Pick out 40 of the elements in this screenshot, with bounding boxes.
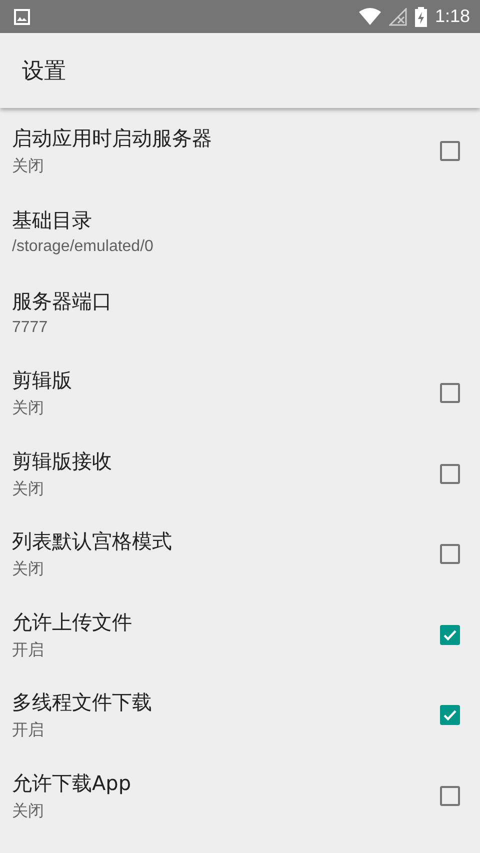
checkbox[interactable] — [440, 786, 460, 806]
setting-title: 列表默认宫格模式 — [12, 528, 173, 556]
setting-summary: 关闭 — [12, 802, 45, 822]
checkbox[interactable] — [440, 141, 460, 162]
setting-summary: 关闭 — [12, 480, 45, 500]
wifi-icon — [358, 8, 381, 25]
setting-row[interactable]: 列表默认宫格模式 关闭 — [0, 514, 480, 595]
setting-summary: 开启 — [12, 720, 45, 742]
checkbox[interactable] — [440, 705, 460, 726]
setting-row[interactable]: 允许下载App 关闭 — [0, 756, 480, 836]
setting-title: 服务器端口 — [12, 288, 113, 315]
setting-row[interactable]: 允许上传文件 开启 — [0, 594, 480, 676]
setting-summary: 关闭 — [12, 398, 45, 420]
setting-summary: 关闭 — [12, 156, 45, 178]
setting-row[interactable]: 剪辑版接收 关闭 — [0, 433, 480, 514]
checkbox[interactable] — [440, 464, 460, 484]
app-bar-title: 设置 — [22, 58, 66, 86]
image-icon — [14, 8, 30, 24]
setting-summary: 关闭 — [12, 560, 45, 580]
setting-title: 启动应用时启动服务器 — [12, 125, 213, 152]
clock: 1:18 — [434, 6, 470, 27]
setting-title: 剪辑版接收 — [12, 448, 113, 475]
setting-summary: 7777 — [12, 318, 49, 337]
battery-charging-icon — [414, 6, 427, 26]
no-signal-icon — [388, 8, 407, 26]
setting-title: 剪辑版 — [12, 367, 73, 394]
setting-title: 允许上传文件 — [12, 608, 133, 636]
setting-title: 允许下载App — [12, 770, 132, 798]
setting-row[interactable]: 启动应用时启动服务器 关闭 — [0, 111, 480, 192]
checkbox[interactable] — [440, 544, 460, 564]
setting-row[interactable]: 基础目录 /storage/emulated/0 — [0, 192, 480, 272]
setting-summary: 开启 — [12, 640, 45, 661]
checkbox[interactable] — [440, 383, 460, 404]
setting-title: 多线程文件下载 — [12, 689, 153, 716]
setting-row[interactable]: 剪辑版 关闭 — [0, 352, 480, 434]
setting-summary: /storage/emulated/0 — [12, 238, 154, 256]
setting-row[interactable]: 服务器端口 7777 — [0, 272, 480, 353]
setting-row[interactable]: 多线程文件下载 开启 — [0, 675, 480, 756]
checkbox[interactable] — [440, 624, 460, 645]
setting-title: 基础目录 — [12, 207, 93, 234]
